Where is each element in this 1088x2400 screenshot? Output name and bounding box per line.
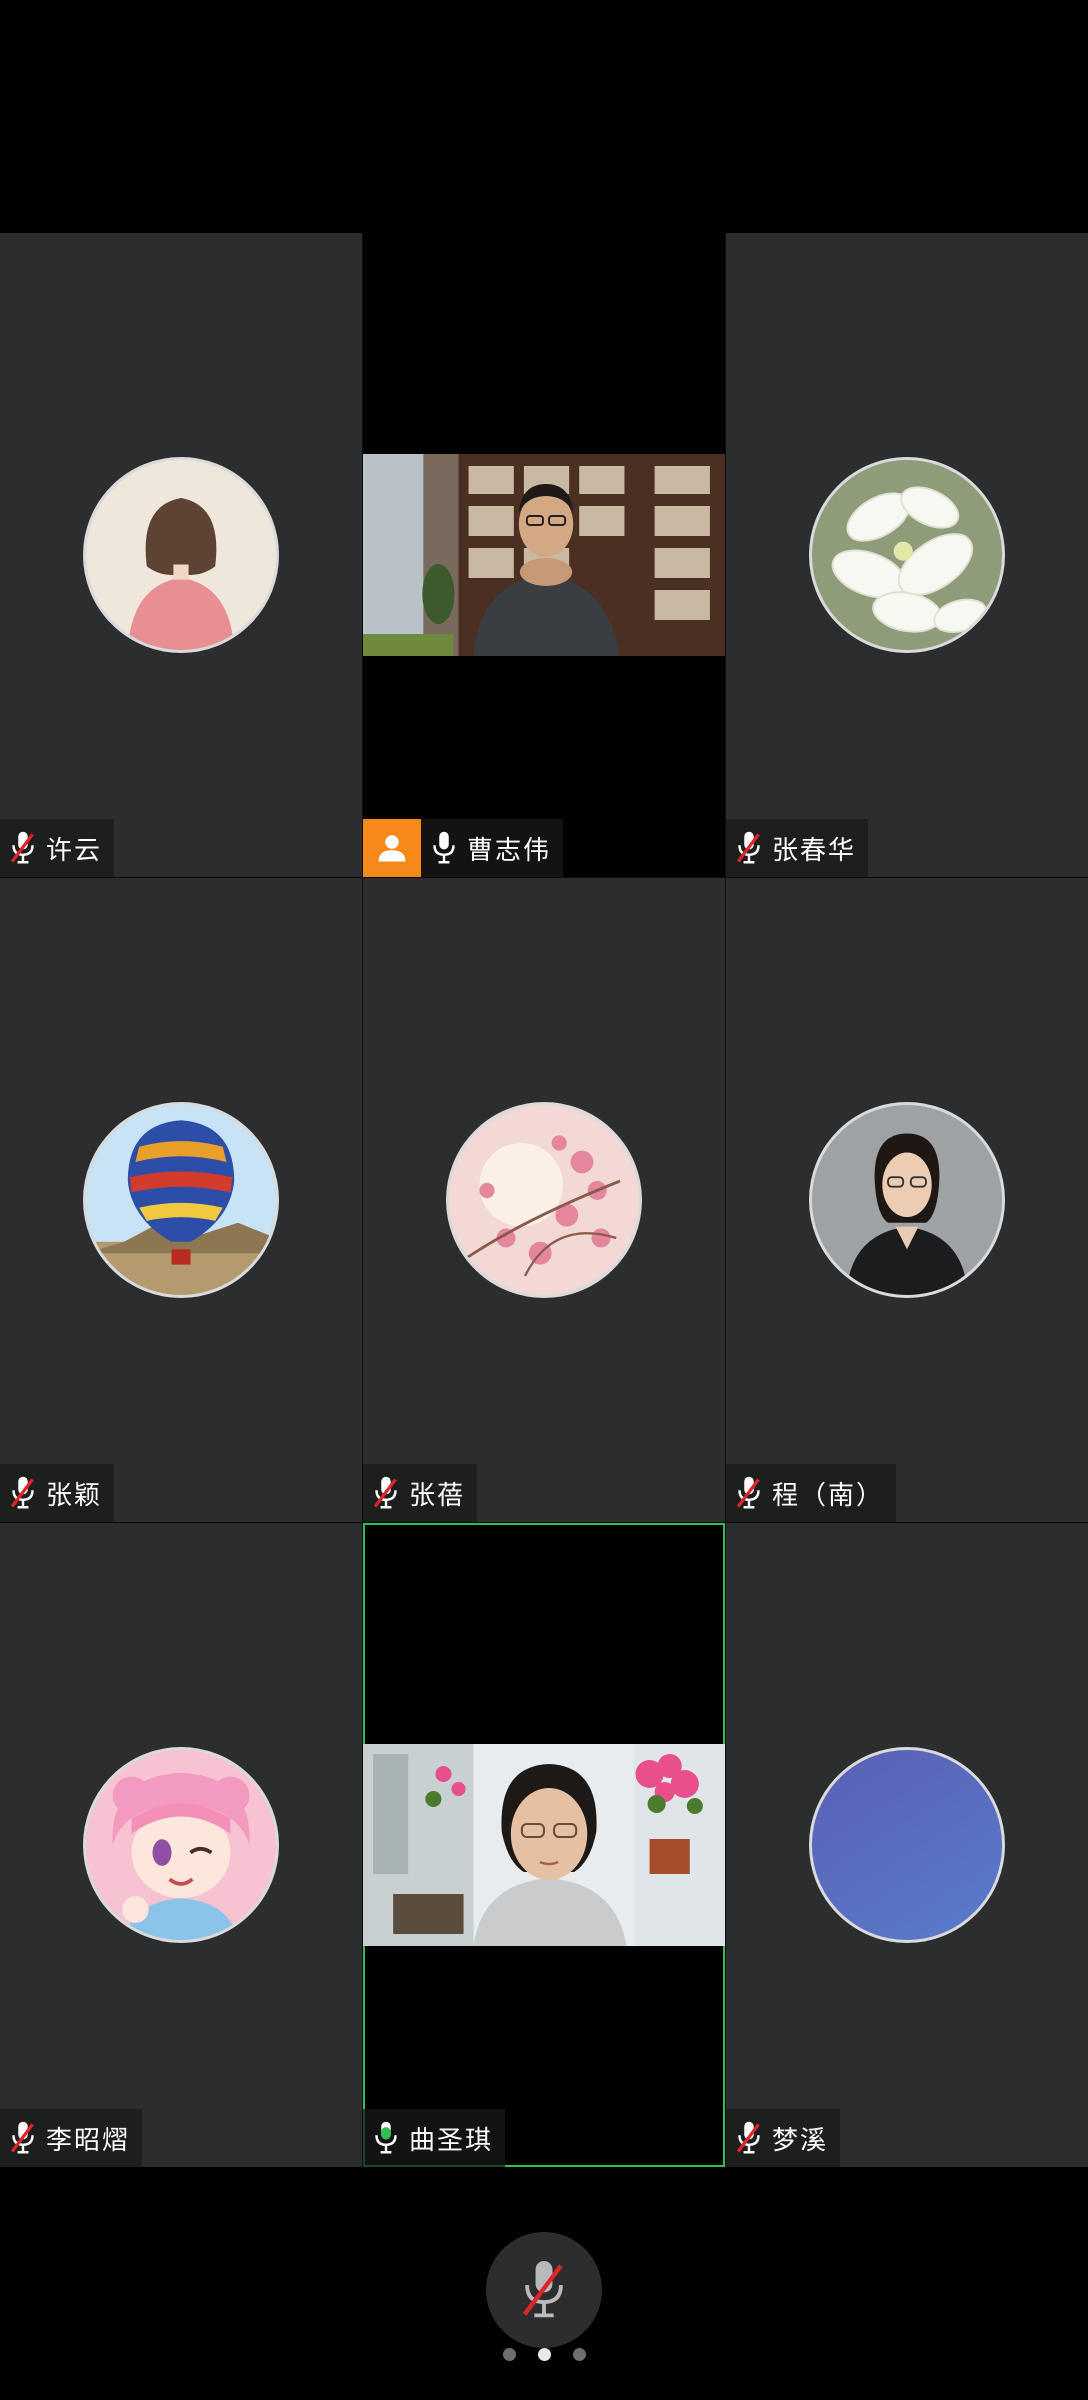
- name-tag: 张春华: [726, 819, 869, 877]
- page-dot-current[interactable]: [537, 2348, 551, 2361]
- mic-muted-icon: [0, 819, 46, 877]
- participant-name: 张颖: [46, 1480, 103, 1511]
- anime-girl-avatar-icon: [83, 1747, 279, 1943]
- mic-muted-icon: [0, 2109, 46, 2167]
- blue-gradient-avatar-icon: [809, 1747, 1005, 1943]
- mic-on-icon: [421, 819, 467, 877]
- page-dot[interactable]: [572, 2348, 586, 2361]
- participant-name: 张蓓: [409, 1480, 466, 1511]
- white-lily-avatar-icon: [809, 457, 1005, 653]
- mic-speaking-icon: [363, 2109, 409, 2167]
- hot-air-balloon-avatar-icon: [83, 1102, 279, 1298]
- participant-tile-active-speaker[interactable]: 曲圣琪: [363, 1523, 725, 2167]
- participant-tile[interactable]: 张蓓: [363, 878, 725, 1522]
- name-tag: 张蓓: [363, 1464, 478, 1522]
- participant-tile[interactable]: 张春华: [726, 233, 1088, 877]
- participant-tile[interactable]: 李昭熠: [0, 1523, 362, 2167]
- participant-tile[interactable]: 许云: [0, 233, 362, 877]
- mic-muted-icon: [726, 819, 772, 877]
- participant-name: 梦溪: [772, 2125, 829, 2156]
- mic-muted-icon: [522, 2261, 563, 2318]
- name-tag: 李昭熠: [0, 2109, 143, 2167]
- name-tag: 曹志伟: [363, 819, 564, 877]
- video-feed: [363, 454, 725, 656]
- participant-name: 曲圣琪: [409, 2125, 494, 2156]
- participant-name: 程（南）: [772, 1480, 885, 1511]
- participant-name: 许云: [46, 835, 103, 866]
- mic-muted-icon: [0, 1464, 46, 1522]
- participant-name: 张春华: [772, 835, 857, 866]
- host-badge-icon: [363, 819, 421, 877]
- participant-tile[interactable]: 曹志伟: [363, 233, 725, 877]
- mic-muted-icon: [726, 1464, 772, 1522]
- mic-muted-icon: [726, 2109, 772, 2167]
- participant-grid: 许云 曹志伟 张春华 张颖 张蓓 程（南） 李昭熠 曲圣琪 梦溪: [0, 233, 1088, 2167]
- name-tag: 曲圣琪: [363, 2109, 506, 2167]
- participant-name: 曹志伟: [467, 835, 552, 866]
- page-indicator[interactable]: [0, 2348, 1088, 2361]
- participant-name: 李昭熠: [46, 2125, 131, 2156]
- woman-portrait-avatar-icon: [809, 1102, 1005, 1298]
- girl-back-avatar-icon: [83, 457, 279, 653]
- participant-tile[interactable]: 梦溪: [726, 1523, 1088, 2167]
- name-tag: 许云: [0, 819, 115, 877]
- participant-tile[interactable]: 程（南）: [726, 878, 1088, 1522]
- name-tag: 程（南）: [726, 1464, 897, 1522]
- page-dot[interactable]: [502, 2348, 516, 2361]
- video-feed: [363, 1744, 725, 1946]
- participant-tile[interactable]: 张颖: [0, 878, 362, 1522]
- mic-muted-icon: [363, 1464, 409, 1522]
- cherry-blossom-avatar-icon: [446, 1102, 642, 1298]
- toggle-mic-button[interactable]: [486, 2232, 602, 2348]
- meeting-screen: 许云 曹志伟 张春华 张颖 张蓓 程（南） 李昭熠 曲圣琪 梦溪: [0, 0, 1088, 2400]
- name-tag: 梦溪: [726, 2109, 841, 2167]
- name-tag: 张颖: [0, 1464, 115, 1522]
